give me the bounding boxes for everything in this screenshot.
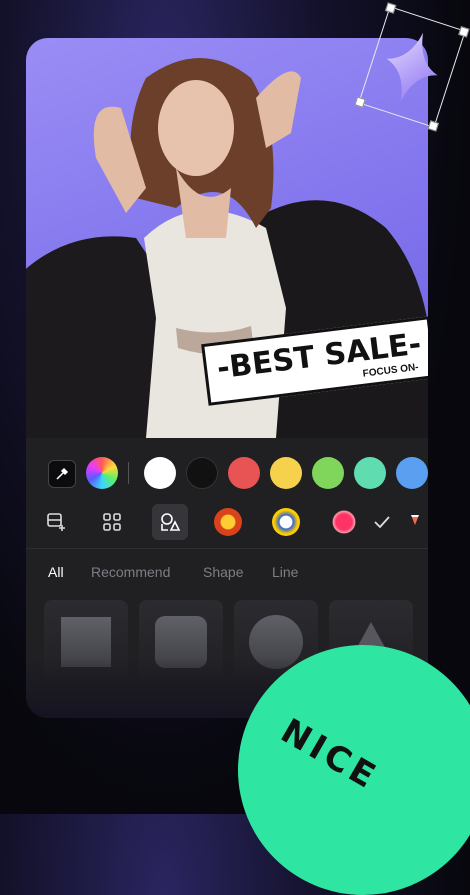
tab-line[interactable]: Line <box>272 564 298 580</box>
badge-sticker-icon[interactable] <box>214 508 242 536</box>
color-swatch[interactable] <box>396 457 428 489</box>
editor-card: -BEST SALE- FOCUS ON- All Recommend Shap… <box>26 38 428 718</box>
grid-icon[interactable] <box>94 504 130 540</box>
color-swatch[interactable] <box>312 457 344 489</box>
nice-badge: NICE <box>238 645 470 895</box>
color-swatch[interactable] <box>144 457 176 489</box>
color-swatch[interactable] <box>270 457 302 489</box>
toolbar-divider <box>26 548 428 549</box>
color-swatch[interactable] <box>186 457 218 489</box>
color-row <box>44 454 428 490</box>
shapes-icon[interactable] <box>152 504 188 540</box>
check-icon[interactable] <box>364 504 400 540</box>
tab-recommend[interactable]: Recommend <box>91 564 170 580</box>
brush-sticker-icon[interactable] <box>398 504 428 540</box>
resize-handle[interactable] <box>427 120 439 132</box>
sparkle-star-icon <box>386 32 438 102</box>
nice-badge-text: NICE <box>274 711 386 799</box>
color-swatch[interactable] <box>354 457 386 489</box>
star-sticker-selection[interactable] <box>354 2 470 132</box>
color-separator <box>128 462 129 484</box>
tab-all[interactable]: All <box>48 564 64 580</box>
tools-row <box>26 498 428 546</box>
color-swatch[interactable] <box>228 457 260 489</box>
shape-category-tabs: All Recommend Shape Line <box>26 564 428 588</box>
ribbon-sticker-icon[interactable] <box>272 508 300 536</box>
add-layer-icon[interactable] <box>38 504 74 540</box>
burst-sticker-icon[interactable] <box>330 508 358 536</box>
color-wheel-icon[interactable] <box>86 457 118 489</box>
tab-shape[interactable]: Shape <box>203 564 243 580</box>
eyedropper-icon[interactable] <box>48 460 76 488</box>
